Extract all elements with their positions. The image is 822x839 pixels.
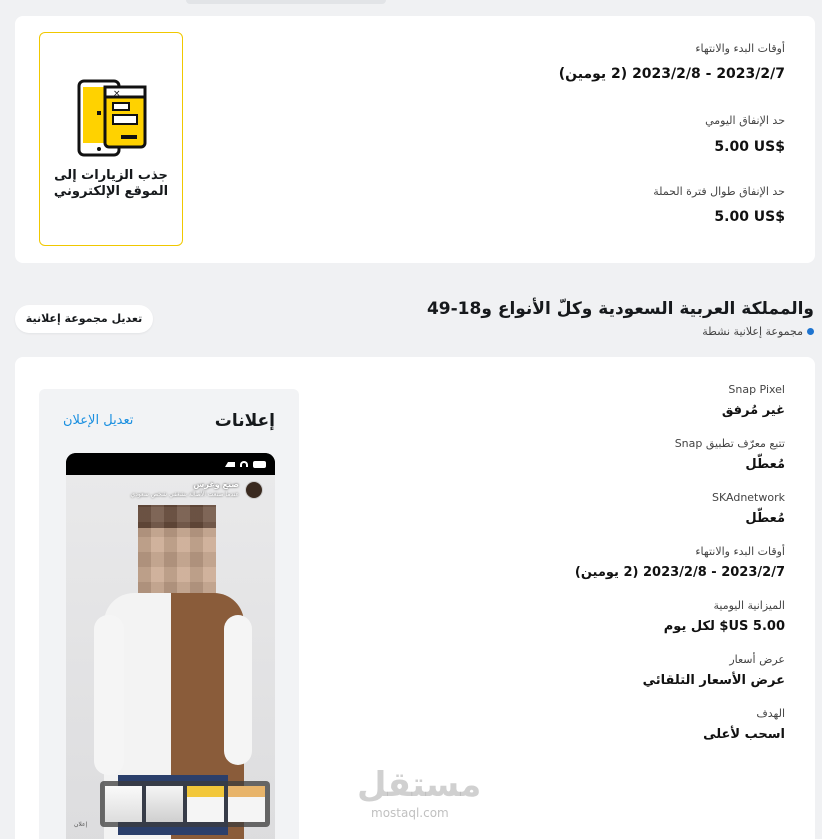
start-end-label: أوقات البدء والانتهاء bbox=[695, 42, 785, 55]
thumbnail-1[interactable] bbox=[105, 786, 142, 822]
snap-pixel-value: غير مُرفق bbox=[721, 403, 785, 418]
goal-value: اسحب لأعلى bbox=[703, 727, 785, 742]
wifi-icon bbox=[240, 461, 248, 467]
adset-start-end-label: أوقات البدء والانتهاء bbox=[695, 545, 785, 558]
ad-phone-preview[interactable]: صنع وغرس عندما صنعت الأصالة بشغفي شخص سع… bbox=[66, 453, 275, 839]
bid-label: عرض أسعار bbox=[729, 653, 785, 666]
lifetime-cap-value: 5.00 US$ bbox=[714, 209, 785, 225]
daily-cap-label: حد الإنفاق اليومي bbox=[705, 114, 785, 127]
adset-detail-card: Snap Pixel غير مُرفق تتبع معرّف تطبيق Sn… bbox=[15, 357, 815, 839]
edit-adset-button[interactable]: تعديل مجموعة إعلانية bbox=[15, 305, 153, 333]
adset-start-end-value: 2023/2/7 - 2023/2/8 (2 يومين) bbox=[574, 565, 785, 580]
model-arm-right bbox=[224, 615, 252, 765]
skadnetwork-value: مُعطّل bbox=[745, 511, 785, 526]
campaign-summary-card: × جذب الزيارات إلى الموقع الإلكتروني أوق… bbox=[15, 16, 815, 263]
phone-traffic-icon: × bbox=[77, 79, 147, 157]
status-text: مجموعة إعلانية نشطة bbox=[702, 325, 803, 338]
daily-cap-value: 5.00 US$ bbox=[714, 139, 785, 155]
start-end-value: 2023/2/7 - 2023/2/8 (2 يومين) bbox=[558, 66, 785, 82]
lifetime-cap-label: حد الإنفاق طوال فترة الحملة bbox=[653, 185, 785, 198]
watermark-logo: مستقل bbox=[357, 765, 482, 805]
brand-avatar bbox=[245, 481, 263, 499]
model-arm-left bbox=[94, 615, 124, 775]
ads-panel: إعلانات تعديل الإعلان صنع وغرس عندما صنع… bbox=[39, 389, 299, 839]
ads-title: إعلانات bbox=[214, 411, 275, 431]
svg-text:×: × bbox=[113, 89, 121, 99]
thumbnail-2[interactable] bbox=[146, 786, 183, 822]
pixelated-face bbox=[138, 505, 216, 597]
snap-app-tracking-value: مُعطّل bbox=[745, 457, 785, 472]
thumbnail-3[interactable] bbox=[187, 786, 224, 822]
snap-pixel-label: Snap Pixel bbox=[728, 383, 785, 396]
skadnetwork-label: SKAdnetwork bbox=[712, 491, 785, 504]
daily-budget-label: الميزانية اليومية bbox=[713, 599, 785, 612]
status-bar bbox=[66, 453, 275, 475]
bid-value: عرض الأسعار التلقائي bbox=[642, 673, 785, 688]
watermark-url: mostaql.com bbox=[371, 806, 449, 820]
creative-thumbnails bbox=[100, 781, 270, 827]
battery-icon bbox=[253, 461, 266, 468]
brand-name: صنع وغرس bbox=[193, 480, 239, 489]
ad-bottom-label: إعلان bbox=[74, 821, 88, 828]
objective-label: جذب الزيارات إلى الموقع الإلكتروني bbox=[53, 168, 169, 199]
status-dot-icon bbox=[807, 328, 814, 335]
objective-card[interactable]: × جذب الزيارات إلى الموقع الإلكتروني bbox=[39, 32, 183, 246]
goal-label: الهدف bbox=[756, 707, 785, 720]
thumbnail-4[interactable] bbox=[228, 786, 265, 822]
adset-title: والمملكة العربية السعودية وكلّ الأنواع و… bbox=[426, 299, 814, 319]
snap-app-tracking-label: تتبع معرّف تطبيق Snap bbox=[674, 437, 785, 450]
daily-budget-value: 5.00 US$ لكل يوم bbox=[663, 619, 785, 634]
brand-tagline: عندما صنعت الأصالة بشغفي شخص سعودي bbox=[130, 491, 239, 498]
edit-ad-link[interactable]: تعديل الإعلان bbox=[63, 413, 133, 428]
top-divider bbox=[186, 0, 386, 4]
ad-creative-image: صنع وغرس عندما صنعت الأصالة بشغفي شخص سع… bbox=[66, 475, 275, 839]
signal-icon bbox=[225, 462, 235, 467]
adset-status: مجموعة إعلانية نشطة bbox=[702, 325, 814, 338]
